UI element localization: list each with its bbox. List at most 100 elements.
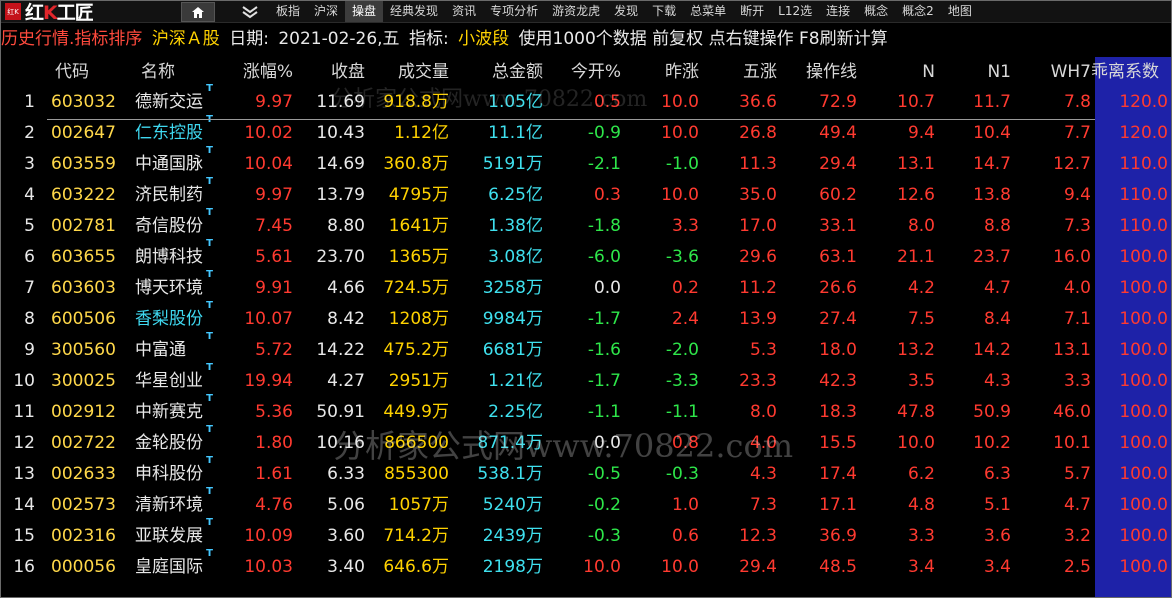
table-row[interactable]: 5 002781 奇信股份 T 7.45 8.80 1641万 1.38亿 -1.8 3.3 17.… (1, 207, 1171, 242)
date-value[interactable]: 2021-02-26,五 (278, 29, 399, 49)
prev-change-cell: -2.0 (665, 340, 699, 360)
menu-item-6[interactable]: 游资龙虎 (545, 1, 607, 22)
operation-line-cell: 48.5 (819, 557, 857, 577)
menu-item-1[interactable]: 沪深 (307, 1, 345, 22)
table-row[interactable]: 15 002316 亚联发展 T 10.09 3.60 714.2万 2439万 -0.3 0.6… (1, 517, 1171, 552)
stock-code-cell: 603222 (51, 185, 116, 205)
n-value-cell: 10.7 (897, 92, 935, 112)
col-header-index[interactable] (5, 57, 35, 87)
tradable-mark: T (206, 238, 213, 249)
table-row[interactable]: 1 603032 德新交运 T 9.97 11.69 918.8万 1.05亿 0.5 10.0 3… (1, 83, 1171, 118)
n1-value-cell: 4.7 (983, 278, 1011, 298)
menu-item-2[interactable]: 操盘 (345, 1, 384, 22)
n-value-cell: 7.5 (907, 309, 935, 329)
prev-change-cell: 1.0 (671, 495, 699, 515)
table-row[interactable]: 2 002647 仁东控股T 10.02 10.43 1.12亿 11.1亿 -0.9 10.0… (1, 114, 1171, 149)
stock-code-cell: 603655 (51, 247, 116, 267)
table-row[interactable]: 13 002633 申科股份 T 1.61 6.33 855300 538.1万 -0.5 -0.… (1, 455, 1171, 490)
col-header-n[interactable]: N (867, 57, 935, 87)
col-header-deviation-coef[interactable]: 乖离系数 (1091, 57, 1163, 87)
menu-item-4[interactable]: 资讯 (445, 1, 483, 22)
open-pct-cell: -0.3 (587, 526, 621, 546)
table-row[interactable]: 11 002912 中新赛克 T 5.36 50.91 449.9万 2.25亿 -1.1 -1.… (1, 393, 1171, 428)
row-index-cell: 5 (24, 216, 35, 236)
menu-item-7[interactable]: 发现 (607, 1, 645, 22)
menu-item-10[interactable]: 断开 (733, 1, 771, 22)
volume-cell: 714.2万 (383, 526, 449, 546)
table-row[interactable]: 14 002573 清新环境 T 4.76 5.06 1057万 5240万 -0.2 1.0 7.… (1, 486, 1171, 521)
col-header-close[interactable]: 收盘 (299, 57, 365, 87)
tradable-mark: T (206, 145, 213, 156)
tradable-mark: T (206, 517, 213, 528)
table-row[interactable]: 16 000056 皇庭国际 T 10.03 3.40 646.6万 2198万 10.0 10.… (1, 548, 1171, 583)
collapse-button[interactable] (239, 2, 261, 21)
row-index-cell: 11 (13, 402, 35, 422)
menu-item-5[interactable]: 专项分析 (483, 1, 545, 22)
n-value-cell: 8.0 (907, 216, 935, 236)
open-pct-cell: -1.1 (587, 402, 621, 422)
volume-cell: 866500 (384, 433, 449, 453)
stock-name-cell: 朗博科技 T (135, 238, 213, 267)
col-header-prev-change[interactable]: 昨涨 (631, 57, 699, 87)
menu-item-9[interactable]: 总菜单 (683, 1, 733, 22)
home-button[interactable] (181, 2, 215, 22)
row-index-cell: 15 (13, 526, 35, 546)
deviation-coef-cell: 100.0 (1119, 340, 1168, 360)
n1-value-cell: 6.3 (983, 464, 1011, 484)
wh7-value-cell: 7.1 (1063, 309, 1091, 329)
menu-item-12[interactable]: 连接 (819, 1, 857, 22)
n-value-cell: 13.2 (897, 340, 935, 360)
col-header-amount[interactable]: 总金额 (457, 57, 543, 87)
indicator-label: 指标: (408, 29, 449, 49)
prev-change-cell: -1.0 (665, 154, 699, 174)
n1-value-cell: 10.2 (973, 433, 1011, 453)
tradable-mark: T (206, 455, 213, 466)
change-pct-cell: 7.45 (255, 216, 293, 236)
table-row[interactable]: 6 603655 朗博科技 T 5.61 23.70 1365万 3.08亿 -6.0 -3.6 2… (1, 238, 1171, 273)
menu-item-8[interactable]: 下载 (645, 1, 683, 22)
table-row[interactable]: 10 300025 华星创业 T 19.94 4.27 2951万 1.21亿 -1.7 -3.3… (1, 362, 1171, 397)
menu-item-15[interactable]: 地图 (941, 1, 979, 22)
n1-value-cell: 4.3 (983, 371, 1011, 391)
col-header-n1[interactable]: N1 (945, 57, 1011, 87)
wh7-value-cell: 7.7 (1063, 123, 1091, 143)
close-price-cell: 6.33 (327, 464, 365, 484)
menu-item-13[interactable]: 概念 (857, 1, 895, 22)
menu-item-14[interactable]: 概念2 (895, 1, 941, 22)
deviation-coef-cell: 100.0 (1119, 402, 1168, 422)
change-pct-cell: 5.61 (255, 247, 293, 267)
change-pct-cell: 5.36 (255, 402, 293, 422)
volume-cell: 1208万 (388, 309, 449, 329)
indicator-value[interactable]: 小波段 (458, 29, 509, 49)
table-row[interactable]: 4 603222 济民制药 T 9.97 13.79 4795万 6.25亿 0.3 10.0 35… (1, 176, 1171, 211)
col-header-code[interactable]: 代码 (55, 57, 127, 87)
stock-code-cell: 002316 (51, 526, 116, 546)
n1-value-cell: 23.7 (973, 247, 1011, 267)
amount-cell: 871.4万 (477, 433, 543, 453)
col-header-open-pct[interactable]: 今开% (553, 57, 621, 87)
deviation-coef-cell: 100.0 (1119, 464, 1168, 484)
menu-item-11[interactable]: L12选 (771, 1, 819, 22)
stock-code-cell: 002912 (51, 402, 116, 422)
menu-item-0[interactable]: 板指 (269, 1, 307, 22)
wh7-value-cell: 7.8 (1063, 92, 1091, 112)
deviation-coef-cell: 100.0 (1119, 495, 1168, 515)
table-row[interactable]: 3 603559 中通国脉 T 10.04 14.69 360.8万 5191万 -2.1 -1.… (1, 145, 1171, 180)
table-row[interactable]: 12 002722 金轮股份 T 1.80 10.16 866500 871.4万 0.0 0.8… (1, 424, 1171, 459)
n-value-cell: 3.3 (907, 526, 935, 546)
col-header-five-day-change[interactable]: 五涨 (707, 57, 777, 87)
col-header-wh7[interactable]: WH7 (1019, 57, 1091, 87)
table-row[interactable]: 7 603603 博天环境 T 9.91 4.66 724.5万 3258万 0.0 0.2 11.… (1, 269, 1171, 304)
prev-change-cell: -0.3 (665, 464, 699, 484)
table-row[interactable]: 8 600506 香梨股份 T 10.07 8.42 1208万 9984万 -1.7 2.4 13… (1, 300, 1171, 335)
tradable-mark: T (206, 486, 213, 497)
col-header-operation-line[interactable]: 操作线 (787, 57, 857, 87)
n-value-cell: 6.2 (907, 464, 935, 484)
market-selector[interactable]: 沪深Ａ股 (152, 29, 220, 49)
table-row[interactable]: 9 300560 中富通 T 5.72 14.22 475.2万 6681万 -1.6 -2.0 5… (1, 331, 1171, 366)
five-day-change-cell: 35.0 (739, 185, 777, 205)
menu-item-3[interactable]: 经典发现 (383, 1, 445, 22)
col-header-change-pct[interactable]: 涨幅% (221, 57, 293, 87)
col-header-volume[interactable]: 成交量 (373, 57, 449, 87)
n1-value-cell: 10.4 (973, 123, 1011, 143)
